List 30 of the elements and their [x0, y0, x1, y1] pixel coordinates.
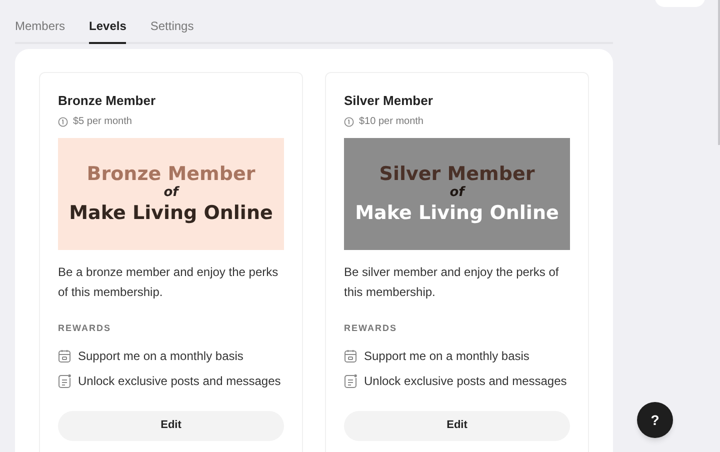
- level-price: $5 per month: [73, 115, 132, 129]
- level-title: Bronze Member: [58, 93, 157, 109]
- coin-icon: [344, 116, 354, 126]
- tab[interactable]: Members: [15, 10, 66, 44]
- calendar-icon: [58, 348, 71, 362]
- banner-title: Bronze Member: [86, 162, 256, 186]
- edit-button[interactable]: Edit: [58, 410, 284, 440]
- document-icon: [344, 374, 357, 388]
- banner-title: Silver Member: [379, 162, 535, 186]
- help-button[interactable]: ?: [637, 402, 673, 438]
- level-description: Be silver member and enjoy the perks of this membership.: [344, 264, 560, 301]
- tab[interactable]: Settings: [150, 10, 194, 44]
- banner-joiner: of: [450, 186, 464, 200]
- banner-joiner: of: [164, 186, 178, 200]
- rewards-heading: REWARDS: [344, 322, 398, 335]
- reward-text: Unlock exclusive posts and messages: [78, 372, 281, 388]
- edit-button[interactable]: Edit: [344, 410, 570, 440]
- banner-subtitle: Make Living Online: [355, 201, 559, 226]
- level-price: $10 per month: [359, 115, 424, 129]
- reward-text: Support me on a monthly basis: [78, 348, 244, 364]
- reward-text: Unlock exclusive posts and messages: [364, 372, 567, 388]
- level-description: Be a bronze member and enjoy the perks of this membership.: [58, 264, 280, 301]
- document-icon: [58, 374, 71, 388]
- rewards-heading: REWARDS: [58, 322, 112, 335]
- calendar-icon: [344, 348, 357, 362]
- level-title: Silver Member: [344, 93, 434, 109]
- tab[interactable]: Levels: [89, 10, 126, 44]
- reward-text: Support me on a monthly basis: [364, 348, 530, 364]
- banner-subtitle: Make Living Online: [69, 201, 273, 226]
- coin-icon: [58, 116, 68, 126]
